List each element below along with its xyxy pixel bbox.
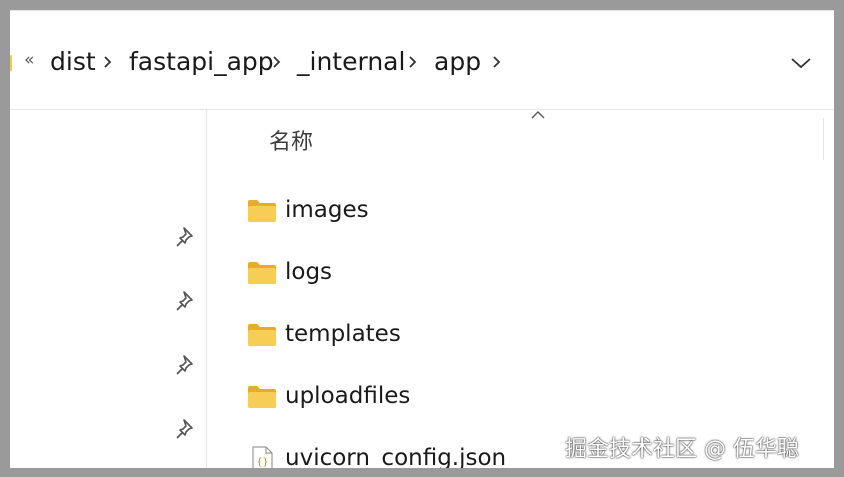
chevron-right-icon[interactable] bbox=[406, 55, 420, 69]
chevron-right-icon[interactable] bbox=[490, 55, 504, 69]
list-item[interactable]: logs bbox=[247, 254, 807, 294]
file-name: templates bbox=[285, 321, 401, 347]
pin-icon[interactable] bbox=[175, 418, 197, 440]
breadcrumb-overflow-button[interactable]: « bbox=[24, 50, 34, 70]
list-item[interactable]: images bbox=[247, 192, 807, 232]
breadcrumb-item-app[interactable]: app bbox=[434, 47, 481, 76]
file-name: uvicorn_config.json bbox=[285, 445, 507, 468]
location-folder-icon bbox=[10, 55, 12, 71]
chevron-right-icon[interactable] bbox=[101, 55, 115, 69]
file-list: 名称 images logs templates uploadfiles {} … bbox=[207, 110, 834, 468]
breadcrumb-item-fastapi-app[interactable]: fastapi_app bbox=[129, 47, 274, 76]
breadcrumb-item-internal[interactable]: _internal bbox=[297, 47, 405, 76]
file-name: logs bbox=[285, 259, 333, 285]
svg-text:{}: {} bbox=[256, 457, 268, 468]
sort-ascending-icon bbox=[530, 110, 546, 120]
watermark: 掘金技术社区 @ 伍华聪 bbox=[565, 437, 799, 462]
json-file-icon: {} bbox=[247, 446, 277, 468]
pin-icon[interactable] bbox=[175, 290, 197, 312]
list-item[interactable]: uploadfiles bbox=[247, 378, 807, 418]
chevron-down-icon[interactable] bbox=[789, 51, 813, 75]
file-name: images bbox=[285, 197, 369, 223]
folder-icon bbox=[247, 260, 277, 286]
pin-icon[interactable] bbox=[175, 226, 197, 248]
chevron-right-icon[interactable] bbox=[270, 55, 284, 69]
file-name: uploadfiles bbox=[285, 383, 411, 409]
list-item[interactable]: templates bbox=[247, 316, 807, 356]
address-bar[interactable]: « dist fastapi_app _internal app bbox=[10, 11, 834, 110]
column-header-name[interactable]: 名称 bbox=[269, 124, 313, 156]
folder-icon bbox=[247, 198, 277, 224]
column-divider[interactable] bbox=[823, 118, 824, 160]
pin-icon[interactable] bbox=[175, 354, 197, 376]
folder-icon bbox=[247, 322, 277, 348]
file-explorer-window: « dist fastapi_app _internal app 名称 imag… bbox=[10, 10, 834, 468]
navigation-pane bbox=[10, 110, 207, 468]
breadcrumb-item-dist[interactable]: dist bbox=[50, 47, 96, 76]
folder-icon bbox=[247, 384, 277, 410]
